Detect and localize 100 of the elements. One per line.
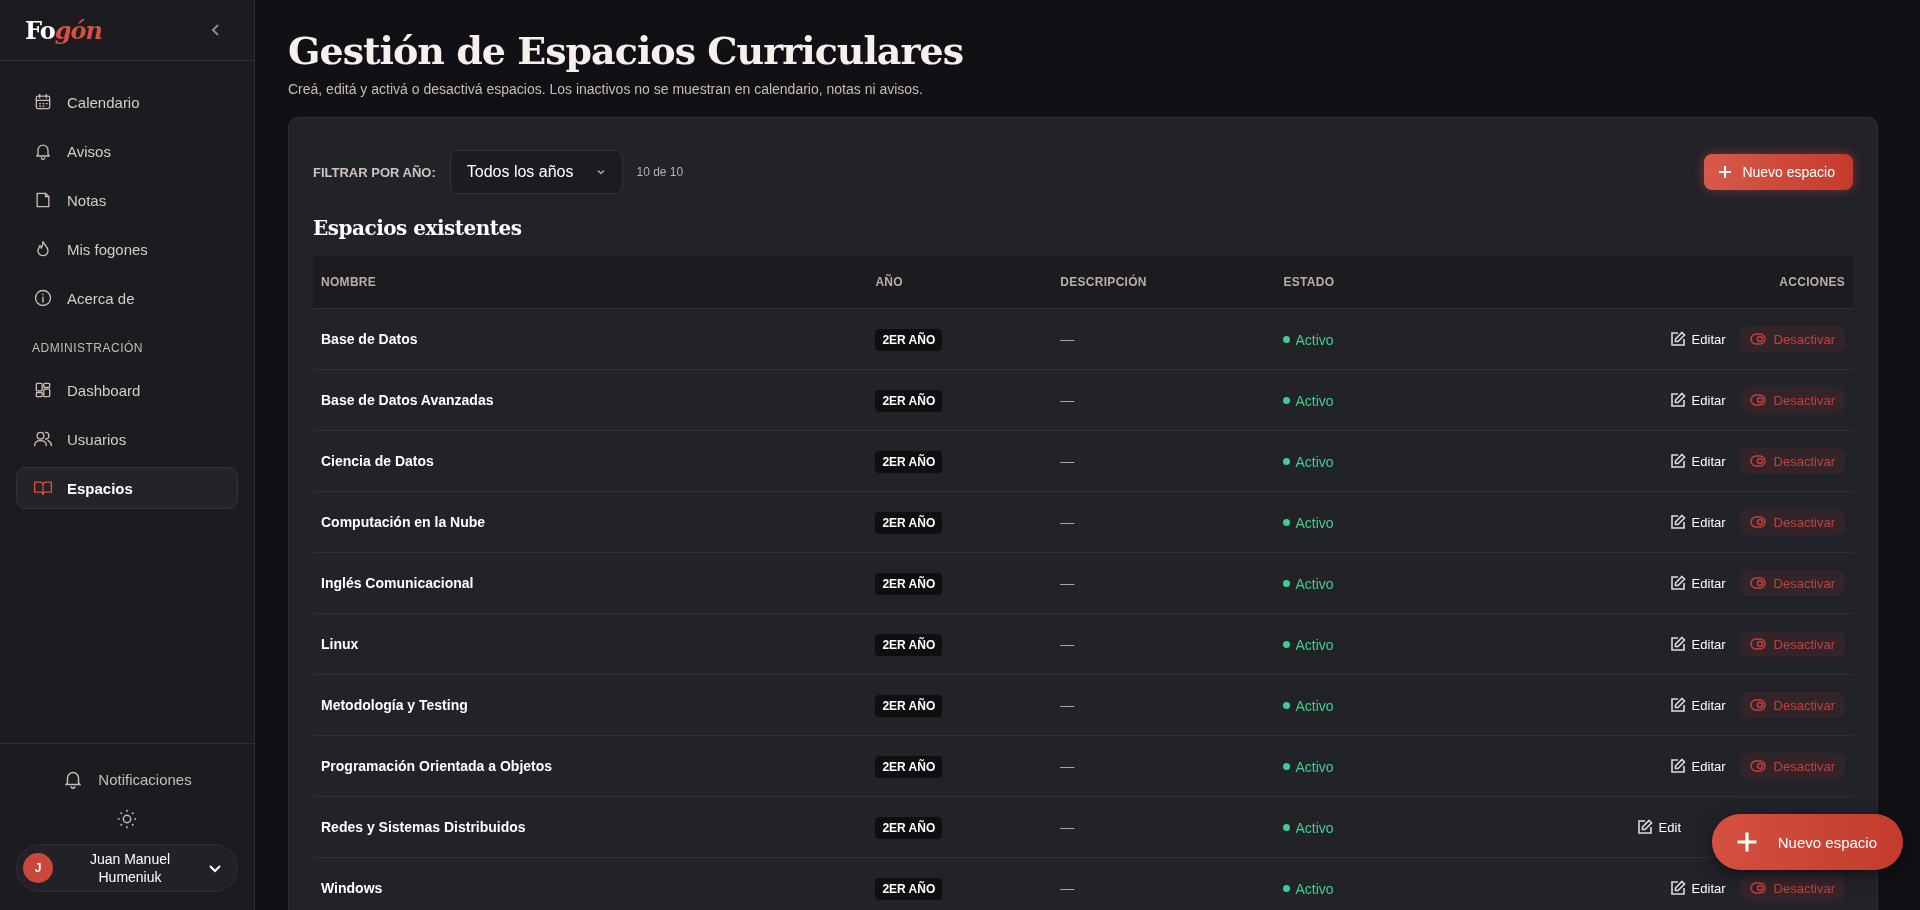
user-name: Juan Manuel Humeniuk: [88, 850, 172, 886]
status-label: Activo: [1283, 758, 1334, 775]
table-cell: —: [1060, 331, 1075, 347]
filter-label: FILTRAR POR AÑO:: [313, 164, 436, 180]
edit-icon: [1669, 453, 1686, 469]
sidebar-item[interactable]: Espacios: [16, 467, 238, 509]
year-badge: 2ER AÑO: [875, 634, 943, 656]
edit-button[interactable]: Editar: [1669, 453, 1726, 469]
status-label: Activo: [1283, 514, 1334, 531]
avatar: J: [23, 853, 53, 883]
toggle-icon: [1749, 455, 1766, 467]
year-badge: 2ER AÑO: [875, 878, 943, 900]
toggle-icon: [1749, 394, 1766, 406]
edit-icon: [1669, 697, 1686, 713]
section-title: Espacios existentes: [313, 216, 523, 240]
table-cell: —: [1060, 392, 1075, 408]
plus-icon: [1718, 165, 1733, 179]
column-header: ACCIONES: [1491, 256, 1853, 309]
table-cell: Base de Datos Avanzadas: [321, 392, 494, 408]
plus-icon: [1735, 831, 1758, 853]
page-title: Gestión de Espacios Curriculares: [288, 28, 965, 73]
theme-toggle-icon[interactable]: [116, 808, 138, 830]
table-cell: —: [1060, 575, 1075, 591]
column-header: ESTADO: [1275, 256, 1492, 309]
year-badge: 2ER AÑO: [875, 573, 943, 595]
toggle-icon: [1749, 638, 1766, 650]
status-label: Activo: [1283, 880, 1334, 897]
year-badge: 2ER AÑO: [875, 817, 943, 839]
edit-icon: [1669, 392, 1686, 408]
edit-icon: [1669, 331, 1686, 347]
user-menu[interactable]: J Juan Manuel Humeniuk: [16, 844, 238, 892]
edit-button[interactable]: Editar: [1669, 514, 1726, 530]
sidebar-item[interactable]: Notas: [16, 179, 238, 221]
status-label: Activo: [1283, 331, 1334, 348]
edit-button[interactable]: Edit: [1636, 819, 1681, 835]
table-cell: —: [1060, 636, 1075, 652]
toggle-icon: [1749, 699, 1766, 711]
table-cell: Windows: [321, 880, 383, 896]
sidebar-item[interactable]: Mis fogones: [16, 228, 238, 270]
year-badge: 2ER AÑO: [875, 451, 943, 473]
edit-button[interactable]: Editar: [1669, 697, 1726, 713]
edit-icon: [1636, 819, 1653, 835]
edit-button[interactable]: Editar: [1669, 880, 1726, 896]
toggle-icon: [1749, 577, 1766, 589]
edit-button[interactable]: Editar: [1669, 575, 1726, 591]
table-cell: —: [1060, 697, 1075, 713]
column-header: AÑO: [867, 256, 1053, 309]
edit-button[interactable]: Editar: [1669, 331, 1726, 347]
toggle-icon: [1749, 516, 1766, 528]
year-badge: 2ER AÑO: [875, 756, 943, 778]
sidebar-item[interactable]: Calendario: [16, 81, 238, 123]
year-badge: 2ER AÑO: [875, 695, 943, 717]
edit-icon: [1669, 880, 1686, 896]
page-subtitle: Creá, editá y activá o desactivá espacios. Los inactivos no se muestran en calendario, notas ni avisos.: [288, 81, 924, 97]
table-cell: Ciencia de Datos: [321, 453, 434, 469]
toggle-icon: [1749, 760, 1766, 772]
status-label: Activo: [1283, 575, 1334, 592]
table-cell: —: [1060, 819, 1075, 835]
status-label: Activo: [1283, 697, 1334, 714]
sidebar-item[interactable]: Usuarios: [16, 418, 238, 460]
result-count: 10 de 10: [636, 165, 684, 179]
edit-button[interactable]: Editar: [1669, 392, 1726, 408]
edit-button[interactable]: Editar: [1669, 636, 1726, 652]
collapse-icon[interactable]: [210, 23, 222, 37]
table-cell: Programación Orientada a Objetos: [321, 758, 553, 774]
dashboard-icon: [33, 380, 53, 400]
status-label: Activo: [1283, 392, 1334, 409]
table-cell: Computación en la Nube: [321, 514, 486, 530]
new-space-fab[interactable]: Nuevo espacio: [1711, 814, 1903, 870]
sidebar-item[interactable]: Avisos: [16, 130, 238, 172]
edit-icon: [1669, 636, 1686, 652]
calendar-icon: [33, 92, 53, 112]
toggle-icon: [1749, 882, 1766, 894]
toggle-icon: [1749, 333, 1766, 345]
table-cell: —: [1060, 758, 1075, 774]
sidebar-item[interactable]: Acerca de: [16, 277, 238, 319]
edit-icon: [1669, 514, 1686, 530]
status-label: Activo: [1283, 453, 1334, 470]
table-cell: —: [1060, 880, 1075, 896]
year-badge: 2ER AÑO: [875, 390, 943, 412]
sidebar-item[interactable]: Dashboard: [16, 369, 238, 411]
info-icon: [33, 288, 53, 308]
year-dropdown[interactable]: Todos los años: [449, 150, 623, 194]
year-badge: 2ER AÑO: [875, 512, 943, 534]
users-icon: [33, 429, 53, 449]
table-cell: Base de Datos: [321, 331, 418, 347]
year-badge: 2ER AÑO: [875, 329, 943, 351]
column-header: NOMBRE: [313, 256, 868, 309]
status-label: Activo: [1283, 819, 1334, 836]
table-cell: Metodología y Testing: [321, 697, 468, 713]
status-label: Activo: [1283, 636, 1334, 653]
notifications-button[interactable]: Notificaciones: [58, 764, 196, 794]
section-label: ADMINISTRACIÓN: [31, 339, 144, 357]
table-cell: Linux: [321, 636, 359, 652]
table-cell: —: [1060, 514, 1075, 530]
logo: Fogón: [25, 15, 102, 45]
column-header: DESCRIPCIÓN: [1052, 256, 1276, 309]
edit-button[interactable]: Editar: [1669, 758, 1726, 774]
table-cell: —: [1060, 453, 1075, 469]
new-space-button[interactable]: Nuevo espacio: [1704, 154, 1853, 190]
